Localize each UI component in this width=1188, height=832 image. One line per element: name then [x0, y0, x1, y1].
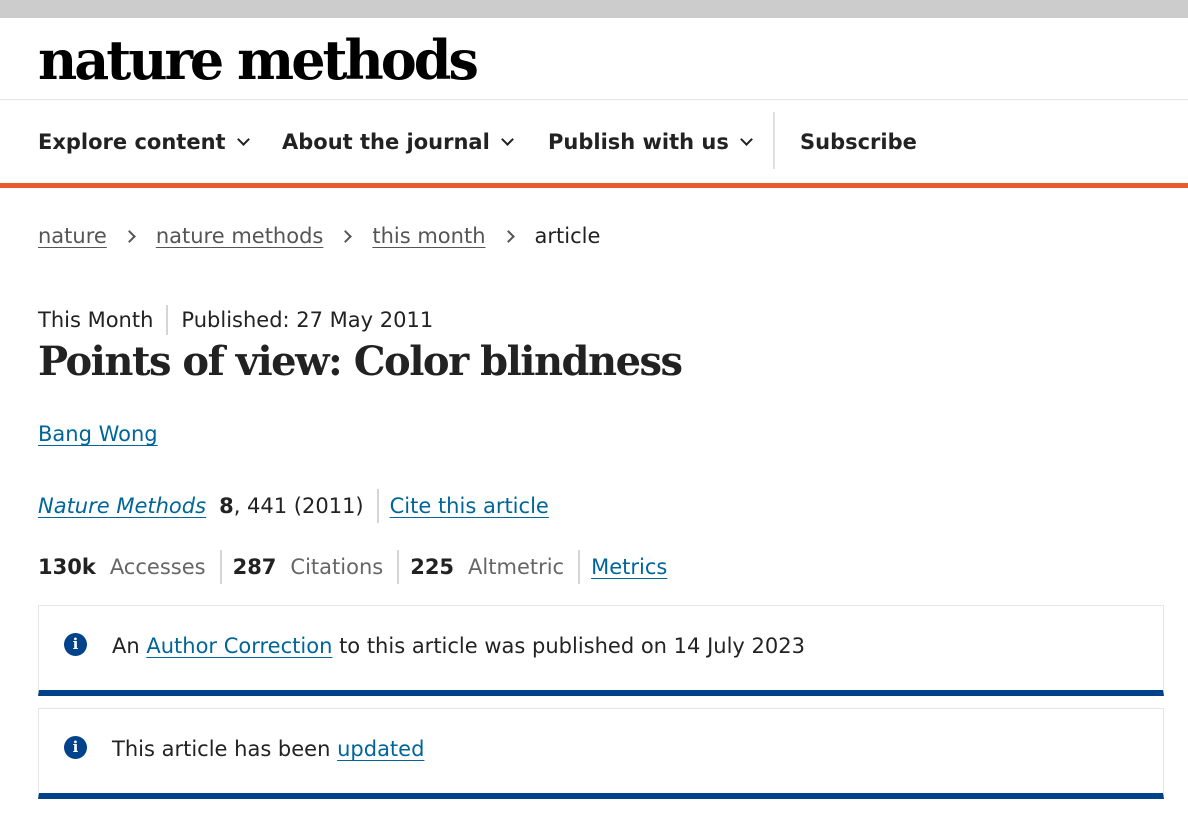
updated-link[interactable]: updated [337, 737, 424, 761]
author-correction-notice: i An Author Correction to this article w… [38, 605, 1164, 696]
citations-label: Citations [290, 555, 384, 579]
article-updated-text: This article has been updated [112, 737, 424, 761]
nav-publish-with-us[interactable]: Publish with us [548, 100, 753, 183]
nav-publish-with-us-label: Publish with us [548, 129, 729, 154]
altmetric-score: 225 [410, 555, 455, 579]
article-meta: This Month Published: 27 May 2011 [38, 304, 433, 336]
meta-divider [166, 305, 169, 335]
breadcrumb-nature[interactable]: nature [38, 224, 107, 248]
journal-link[interactable]: Nature Methods [38, 494, 206, 518]
nav-subscribe[interactable]: Subscribe [800, 100, 917, 183]
citations-count: 287 [232, 555, 277, 579]
pages-year: , 441 (2011) [233, 494, 364, 518]
metrics-divider [578, 550, 581, 584]
nav-about-journal[interactable]: About the journal [282, 100, 514, 183]
accesses-label: Accesses [109, 555, 206, 579]
metrics-divider [397, 550, 400, 584]
cite-this-article-link[interactable]: Cite this article [390, 494, 549, 518]
nature-methods-logo[interactable]: nature methods [38, 28, 479, 92]
metrics-divider [219, 550, 222, 584]
breadcrumb-nature-methods[interactable]: nature methods [156, 224, 324, 248]
article-title: Points of view: Color blindness [38, 338, 683, 385]
article-metrics: 130k Accesses 287 Citations 225 Altmetri… [38, 550, 667, 584]
citation-info: Nature Methods 8 , 441 (2011) Cite this … [38, 489, 549, 523]
chevron-right-icon [122, 229, 136, 243]
nav-explore-content[interactable]: Explore content [38, 100, 250, 183]
notice-prefix: An [112, 634, 147, 658]
author-correction-link[interactable]: Author Correction [146, 634, 332, 658]
author-correction-text: An Author Correction to this article was… [112, 634, 805, 658]
browser-top-strip [0, 0, 1188, 18]
chevron-right-icon [339, 229, 353, 243]
site-header: nature methods [0, 18, 1188, 100]
chevron-down-icon [740, 132, 753, 146]
breadcrumb-current: article [534, 224, 601, 248]
metrics-link[interactable]: Metrics [591, 555, 667, 579]
publication-date: Published: 27 May 2011 [181, 308, 434, 332]
nav-explore-content-label: Explore content [38, 129, 226, 154]
notice-suffix: to this article was published on 14 July… [332, 634, 805, 658]
volume-number: 8 [219, 494, 234, 518]
altmetric-label: Altmetric [468, 555, 565, 579]
nav-about-journal-label: About the journal [282, 129, 490, 154]
article-updated-notice: i This article has been updated [38, 708, 1164, 799]
author-link[interactable]: Bang Wong [38, 422, 158, 446]
info-icon: i [64, 633, 87, 656]
nav-divider [773, 112, 775, 169]
chevron-down-icon [236, 132, 250, 146]
info-icon: i [64, 736, 87, 759]
article-type: This Month [38, 308, 154, 332]
breadcrumb-this-month[interactable]: this month [372, 224, 485, 248]
nav-accent-bar [0, 183, 1188, 188]
main-navigation: Explore content About the journal Publis… [0, 100, 1188, 183]
breadcrumb: nature nature methods this month article [38, 220, 600, 252]
citation-divider [376, 489, 379, 523]
chevron-right-icon [501, 229, 515, 243]
nav-subscribe-label: Subscribe [800, 129, 917, 154]
chevron-down-icon [500, 132, 514, 146]
accesses-count: 130k [38, 555, 96, 579]
notice-prefix: This article has been [112, 737, 338, 761]
